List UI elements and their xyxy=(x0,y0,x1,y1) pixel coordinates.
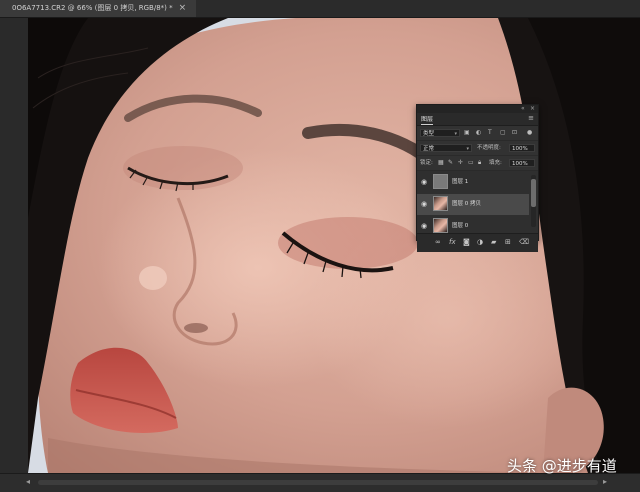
portrait-image xyxy=(28,18,640,473)
horizontal-scrollbar[interactable] xyxy=(38,480,598,485)
layer-thumbnail xyxy=(433,218,448,233)
filter-row: 类型 ▾ ▣ ◐ T ▢ ⊡ ● xyxy=(417,126,538,141)
layer-row[interactable]: ◉ 图层 1 xyxy=(417,172,529,193)
opacity-label: 不透明度: xyxy=(477,145,501,151)
filter-pixel-icon[interactable]: ▣ xyxy=(464,129,470,137)
layer-thumbnail xyxy=(433,196,448,211)
scroll-right-icon[interactable]: ▸ xyxy=(603,477,607,486)
document-tab[interactable]: 0O6A7713.CR2 @ 66% (图层 0 拷贝, RGB/8*) * × xyxy=(0,0,197,17)
document-tab-bar: 0O6A7713.CR2 @ 66% (图层 0 拷贝, RGB/8*) * × xyxy=(0,0,640,18)
chevron-down-icon: ▾ xyxy=(454,131,457,137)
filter-shape-icon[interactable]: ▢ xyxy=(500,129,506,137)
fx-icon[interactable]: fx xyxy=(449,238,456,247)
filter-type-icon[interactable]: T xyxy=(488,129,492,137)
chevron-down-icon: ▾ xyxy=(466,146,469,152)
layers-panel: « × 图层 ≡ 类型 ▾ ▣ ◐ T ▢ ⊡ ● 正常 ▾ 不透明度: 100… xyxy=(416,104,539,252)
panel-menu-icon[interactable]: ≡ xyxy=(528,114,534,122)
layer-name: 图层 0 拷贝 xyxy=(452,201,481,207)
adjustment-icon[interactable]: ◑ xyxy=(477,238,483,247)
layers-scrollbar[interactable] xyxy=(531,175,536,227)
layers-list: ◉ 图层 1 ◉ 图层 0 拷贝 ◉ 图层 0 xyxy=(417,171,538,233)
layer-thumbnail xyxy=(433,174,448,189)
canvas-area[interactable] xyxy=(28,18,640,473)
panel-title-strip: « × xyxy=(417,105,538,113)
filter-toggle-icon[interactable]: ● xyxy=(527,129,532,137)
filter-kind-select[interactable]: 类型 ▾ xyxy=(420,129,460,137)
lock-label: 锁定: xyxy=(420,160,433,166)
filter-adjustment-icon[interactable]: ◐ xyxy=(476,129,481,137)
collapse-icon[interactable]: « xyxy=(521,105,525,113)
document-tab-title: 0O6A7713.CR2 @ 66% (图层 0 拷贝, RGB/8*) * xyxy=(12,4,173,12)
close-icon[interactable]: × xyxy=(179,0,187,17)
tab-layers[interactable]: 图层 xyxy=(421,115,434,125)
panel-header: 图层 ≡ xyxy=(417,113,538,126)
layers-scroll-thumb[interactable] xyxy=(531,179,536,207)
layer-name: 图层 1 xyxy=(452,179,469,185)
lock-artboard-icon[interactable]: ▭ xyxy=(468,159,474,167)
eye-icon[interactable]: ◉ xyxy=(421,200,427,208)
lock-pixels-icon[interactable]: ✎ xyxy=(448,159,453,167)
opacity-value: 100% xyxy=(512,146,528,152)
folder-icon[interactable]: ▰ xyxy=(491,238,496,247)
watermark: 头条 @进步有道 xyxy=(507,457,617,475)
fill-input[interactable]: 100% xyxy=(509,159,535,167)
eye-icon[interactable]: ◉ xyxy=(421,222,427,230)
filter-kind-value: 类型 xyxy=(423,131,435,137)
layer-row[interactable]: ◉ 图层 0 xyxy=(417,216,529,233)
blend-row: 正常 ▾ 不透明度: 100% xyxy=(417,141,538,156)
canvas-gutter xyxy=(0,18,28,473)
lock-transparent-icon[interactable]: ▦ xyxy=(438,159,444,167)
mask-icon[interactable]: ◙ xyxy=(463,238,470,247)
layer-name: 图层 0 xyxy=(452,223,469,229)
scroll-left-icon[interactable]: ◂ xyxy=(26,477,30,486)
eye-icon[interactable]: ◉ xyxy=(421,178,427,186)
lock-all-icon[interactable]: 🔒︎ xyxy=(478,159,481,167)
blend-mode-select[interactable]: 正常 ▾ xyxy=(420,144,472,152)
layer-row-selected[interactable]: ◉ 图层 0 拷贝 xyxy=(417,194,529,215)
trash-icon[interactable]: ⌫ xyxy=(519,238,529,247)
panel-footer: ∞ fx ◙ ◑ ▰ ⊞ ⌫ xyxy=(417,233,538,252)
blend-mode-value: 正常 xyxy=(423,146,435,152)
link-icon[interactable]: ∞ xyxy=(435,238,441,247)
fill-label: 填充: xyxy=(489,160,502,166)
new-layer-icon[interactable]: ⊞ xyxy=(505,238,511,247)
close-icon[interactable]: × xyxy=(530,105,535,113)
opacity-input[interactable]: 100% xyxy=(509,144,535,152)
fill-value: 100% xyxy=(512,161,528,167)
lock-position-icon[interactable]: ✛ xyxy=(458,159,463,167)
filter-smart-object-icon[interactable]: ⊡ xyxy=(512,129,517,137)
lock-row: 锁定: ▦ ✎ ✛ ▭ 🔒︎ 填充: 100% xyxy=(417,156,538,171)
